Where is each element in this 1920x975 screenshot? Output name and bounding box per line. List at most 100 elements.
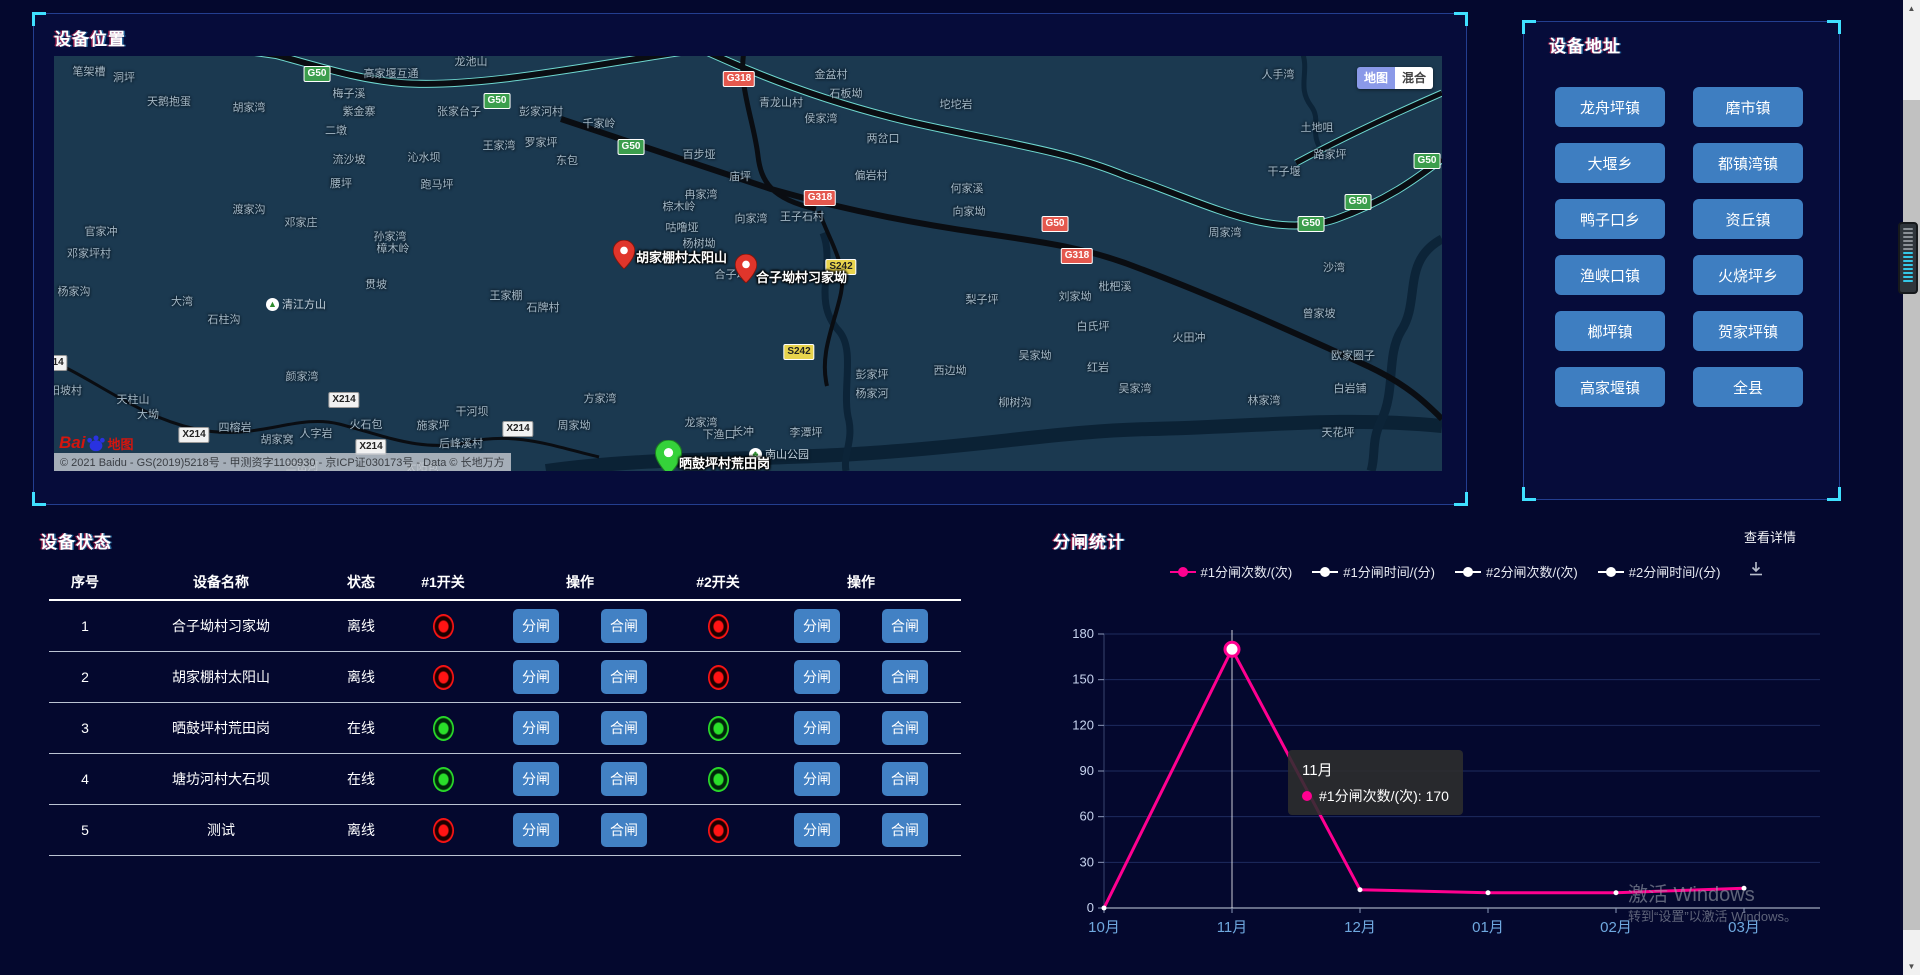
map-place-label: 颜家湾: [286, 368, 319, 384]
map-place-label: 后峰溪村: [439, 435, 483, 451]
device-status: 在线: [321, 718, 401, 738]
address-button[interactable]: 鸭子口乡: [1555, 199, 1665, 239]
legend-dot: [1463, 567, 1473, 577]
map-place-label: 白岩铺: [1334, 380, 1367, 396]
open-switch-button[interactable]: 分闸: [513, 813, 559, 847]
svg-text:90: 90: [1080, 763, 1094, 778]
map-type-map-button[interactable]: 地图: [1357, 67, 1395, 89]
operation-cell: 分闸 合闸: [761, 609, 961, 643]
map-place-label: 腰坪: [330, 175, 352, 191]
close-switch-button[interactable]: 合闸: [882, 762, 928, 796]
scroll-widget-overlay[interactable]: [1898, 222, 1918, 294]
address-button[interactable]: 火烧坪乡: [1693, 255, 1803, 295]
map-place-label: 两岔口: [867, 130, 900, 146]
map-place-label: 欧家圈子: [1331, 347, 1375, 363]
map-place-label: 西边坳: [934, 362, 967, 378]
device-marker-red[interactable]: [735, 254, 757, 288]
open-switch-button[interactable]: 分闸: [794, 609, 840, 643]
legend-marker-icon: [1455, 566, 1481, 578]
view-details-link[interactable]: 查看详情: [1744, 527, 1796, 546]
operation-cell: 分闸 合闸: [761, 660, 961, 694]
map-place-label: 下渔口: [703, 426, 736, 442]
windows-activation-watermark: 激活 Windows: [1628, 878, 1755, 907]
map-place-label: 四榕岩: [219, 419, 252, 435]
legend-item[interactable]: #1分闸次数/(次): [1170, 562, 1293, 581]
map-poi: ▲清江方山: [266, 296, 326, 312]
open-switch-button[interactable]: 分闸: [513, 762, 559, 796]
map-place-label: 沁水坝: [408, 149, 441, 165]
address-button[interactable]: 都镇湾镇: [1693, 143, 1803, 183]
page-scrollbar[interactable]: ▲ ▼: [1903, 0, 1920, 975]
address-button[interactable]: 大堰乡: [1555, 143, 1665, 183]
close-switch-button[interactable]: 合闸: [601, 609, 647, 643]
map-place-label: 罗家坪: [525, 134, 558, 150]
device-marker-red[interactable]: [613, 240, 635, 274]
map-place-label: 天花坪: [1322, 424, 1355, 440]
map-place-label: 渡家沟: [233, 201, 266, 217]
map-place-label: 杨家河: [856, 385, 889, 401]
map-place-label: 洞坪: [113, 69, 135, 85]
map-place-label: 曾家坡: [1303, 305, 1336, 321]
map-place-label: 方家湾: [584, 390, 617, 406]
close-switch-button[interactable]: 合闸: [882, 711, 928, 745]
close-switch-button[interactable]: 合闸: [601, 711, 647, 745]
address-button[interactable]: 龙舟坪镇: [1555, 87, 1665, 127]
switch-indicator-red: [433, 665, 454, 690]
baidu-map[interactable]: 笔架槽洞坪天鹅抱蛋胡家湾高家堰互通梅子溪紫金寨二墩流沙坡沁水坝跑马坪腰坪渡家沟邓…: [54, 56, 1442, 471]
open-switch-button[interactable]: 分闸: [513, 609, 559, 643]
device-marker-label: 合子坳村习家坳: [756, 267, 847, 286]
table-header-row: 序号设备名称状态#1开关操作#2开关操作: [49, 565, 961, 601]
address-button[interactable]: 资丘镇: [1693, 199, 1803, 239]
switch-indicator-red: [433, 614, 454, 639]
legend-label: #2分闸次数/(次): [1486, 562, 1578, 581]
map-place-label: 人手湾: [1262, 66, 1295, 82]
address-button[interactable]: 渔峡口镇: [1555, 255, 1665, 295]
scrollbar-up-arrow[interactable]: ▲: [1903, 0, 1920, 17]
operation-cell: 分闸 合闸: [485, 813, 675, 847]
device-marker-green[interactable]: [655, 440, 682, 471]
close-switch-button[interactable]: 合闸: [601, 813, 647, 847]
table-row: 3晒鼓坪村荒田岗在线分闸合闸分闸合闸: [49, 703, 961, 754]
close-switch-button[interactable]: 合闸: [882, 813, 928, 847]
map-place-label: 张家台子: [437, 103, 481, 119]
close-switch-button[interactable]: 合闸: [882, 660, 928, 694]
open-switch-button[interactable]: 分闸: [513, 711, 559, 745]
svg-text:12月: 12月: [1344, 919, 1376, 936]
switch-indicator-green: [433, 767, 454, 792]
open-switch-button[interactable]: 分闸: [513, 660, 559, 694]
table-header-cell: 操作: [761, 572, 961, 592]
map-place-label: 周家湾: [1209, 224, 1242, 240]
legend-item[interactable]: #1分闸时间/(分): [1312, 562, 1435, 581]
legend-item[interactable]: #2分闸次数/(次): [1455, 562, 1578, 581]
map-place-label: 路家坪: [1314, 146, 1347, 162]
open-switch-button[interactable]: 分闸: [794, 813, 840, 847]
open-switch-button[interactable]: 分闸: [794, 711, 840, 745]
corner-accent: [32, 492, 46, 506]
table-row: 5测试离线分闸合闸分闸合闸: [49, 805, 961, 856]
legend-item[interactable]: #2分闸时间/(分): [1598, 562, 1721, 581]
operation-cell: 分闸 合闸: [485, 762, 675, 796]
map-type-hybrid-button[interactable]: 混合: [1395, 67, 1433, 89]
road-shield: G50: [484, 93, 511, 109]
map-place-label: 贯坡: [365, 276, 387, 292]
map-place-label: 石板坳: [830, 85, 863, 101]
address-button[interactable]: 榔坪镇: [1555, 311, 1665, 351]
close-switch-button[interactable]: 合闸: [601, 762, 647, 796]
row-number: 5: [49, 822, 121, 838]
close-switch-button[interactable]: 合闸: [601, 660, 647, 694]
open-switch-button[interactable]: 分闸: [794, 762, 840, 796]
address-button[interactable]: 贺家坪镇: [1693, 311, 1803, 351]
close-switch-button[interactable]: 合闸: [882, 609, 928, 643]
address-button[interactable]: 全县: [1693, 367, 1803, 407]
svg-text:11月: 11月: [1217, 919, 1248, 936]
switch-indicator-green: [433, 716, 454, 741]
scrollbar-down-arrow[interactable]: ▼: [1903, 958, 1920, 975]
baidu-logo-text: Bai: [59, 433, 85, 453]
open-switch-button[interactable]: 分闸: [794, 660, 840, 694]
device-status-title: 设备状态: [40, 528, 112, 553]
address-button[interactable]: 磨市镇: [1693, 87, 1803, 127]
row-number: 3: [49, 720, 121, 736]
address-button[interactable]: 高家堰镇: [1555, 367, 1665, 407]
map-place-label: 施家坪: [417, 417, 450, 433]
table-row: 4塘坊河村大石坝在线分闸合闸分闸合闸: [49, 754, 961, 805]
